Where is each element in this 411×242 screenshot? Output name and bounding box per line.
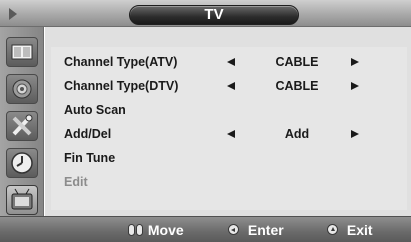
title-pill: TV (129, 5, 299, 25)
category-sidebar (0, 27, 44, 216)
tv-osd-menu: TV Channel Type(ATV) CABLE Channel Type(… (0, 0, 411, 242)
enter-key-icon (228, 224, 239, 235)
menu-item-auto-scan[interactable]: Auto Scan (51, 100, 407, 120)
menu-item-add-del[interactable]: Add/Del Add (51, 124, 407, 144)
header-arrow-icon (9, 8, 17, 20)
move-hint: Move (128, 221, 184, 239)
left-arrow-icon[interactable] (227, 58, 235, 66)
key-hint-bar: Move Enter Exit (0, 216, 411, 242)
menu-panel: Channel Type(ATV) CABLE Channel Type(DTV… (45, 27, 411, 216)
right-arrow-icon[interactable] (351, 58, 359, 66)
right-arrow-icon[interactable] (351, 130, 359, 138)
enter-hint: Enter (228, 221, 284, 239)
menu-item-value: CABLE (275, 55, 319, 69)
exit-key-icon (327, 224, 338, 235)
menu-item-fine-tune[interactable]: Fin Tune (51, 148, 407, 168)
menu-title: TV (204, 6, 224, 23)
right-arrow-icon[interactable] (351, 82, 359, 90)
exit-hint-label: Exit (346, 222, 373, 238)
menu-item-label: Add/Del (64, 127, 112, 141)
menu-item-label: Auto Scan (64, 103, 126, 117)
menu-item-label: Fin Tune (64, 151, 116, 165)
menu-list: Channel Type(ATV) CABLE Channel Type(DTV… (51, 47, 407, 210)
setup-tools-icon[interactable] (6, 111, 38, 141)
menu-item-value: Add (284, 127, 310, 141)
move-hint-label: Move (147, 222, 184, 238)
clock-icon[interactable] (6, 148, 38, 178)
menu-item-label: Channel Type(DTV) (64, 79, 179, 93)
menu-item-edit: Edit (51, 172, 407, 192)
left-arrow-icon[interactable] (227, 82, 235, 90)
menu-item-value: CABLE (275, 79, 319, 93)
updown-key-icon (128, 224, 135, 236)
menu-item-label: Edit (64, 175, 88, 189)
sound-icon[interactable] (6, 74, 38, 104)
exit-hint: Exit (327, 221, 373, 239)
updown-key-icon (136, 224, 143, 236)
menu-item-channel-type-atv[interactable]: Channel Type(ATV) CABLE (51, 52, 407, 72)
menu-item-channel-type-dtv[interactable]: Channel Type(DTV) CABLE (51, 76, 407, 96)
tv-channel-icon[interactable] (6, 185, 38, 215)
menu-item-label: Channel Type(ATV) (64, 55, 178, 69)
menu-header: TV (0, 0, 411, 27)
left-arrow-icon[interactable] (227, 130, 235, 138)
picture-icon[interactable] (6, 37, 38, 67)
enter-hint-label: Enter (247, 222, 284, 238)
